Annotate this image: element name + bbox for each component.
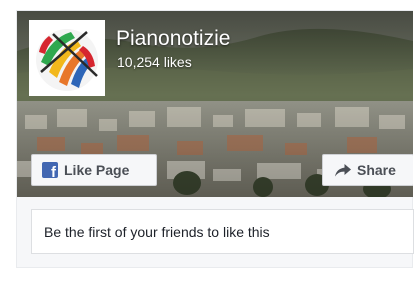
page-cover[interactable]: Pianonotizie 10,254 likes f Like Page Sh… bbox=[17, 11, 413, 197]
facebook-f-icon: f bbox=[42, 162, 58, 180]
page-logo bbox=[31, 22, 103, 94]
share-button[interactable]: Share bbox=[322, 154, 413, 186]
share-arrow-icon bbox=[335, 163, 351, 176]
facebook-page-plugin: Pianonotizie 10,254 likes f Like Page Sh… bbox=[16, 10, 414, 268]
like-page-label: Like Page bbox=[64, 162, 130, 178]
social-context-text: Be the first of your friends to like thi… bbox=[44, 223, 270, 240]
social-context-box: Be the first of your friends to like thi… bbox=[31, 209, 414, 254]
like-page-button[interactable]: f Like Page bbox=[31, 154, 157, 186]
page-name[interactable]: Pianonotizie bbox=[116, 26, 230, 52]
share-label: Share bbox=[357, 162, 396, 178]
page-avatar[interactable] bbox=[29, 20, 105, 96]
page-like-count: 10,254 likes bbox=[117, 54, 192, 70]
